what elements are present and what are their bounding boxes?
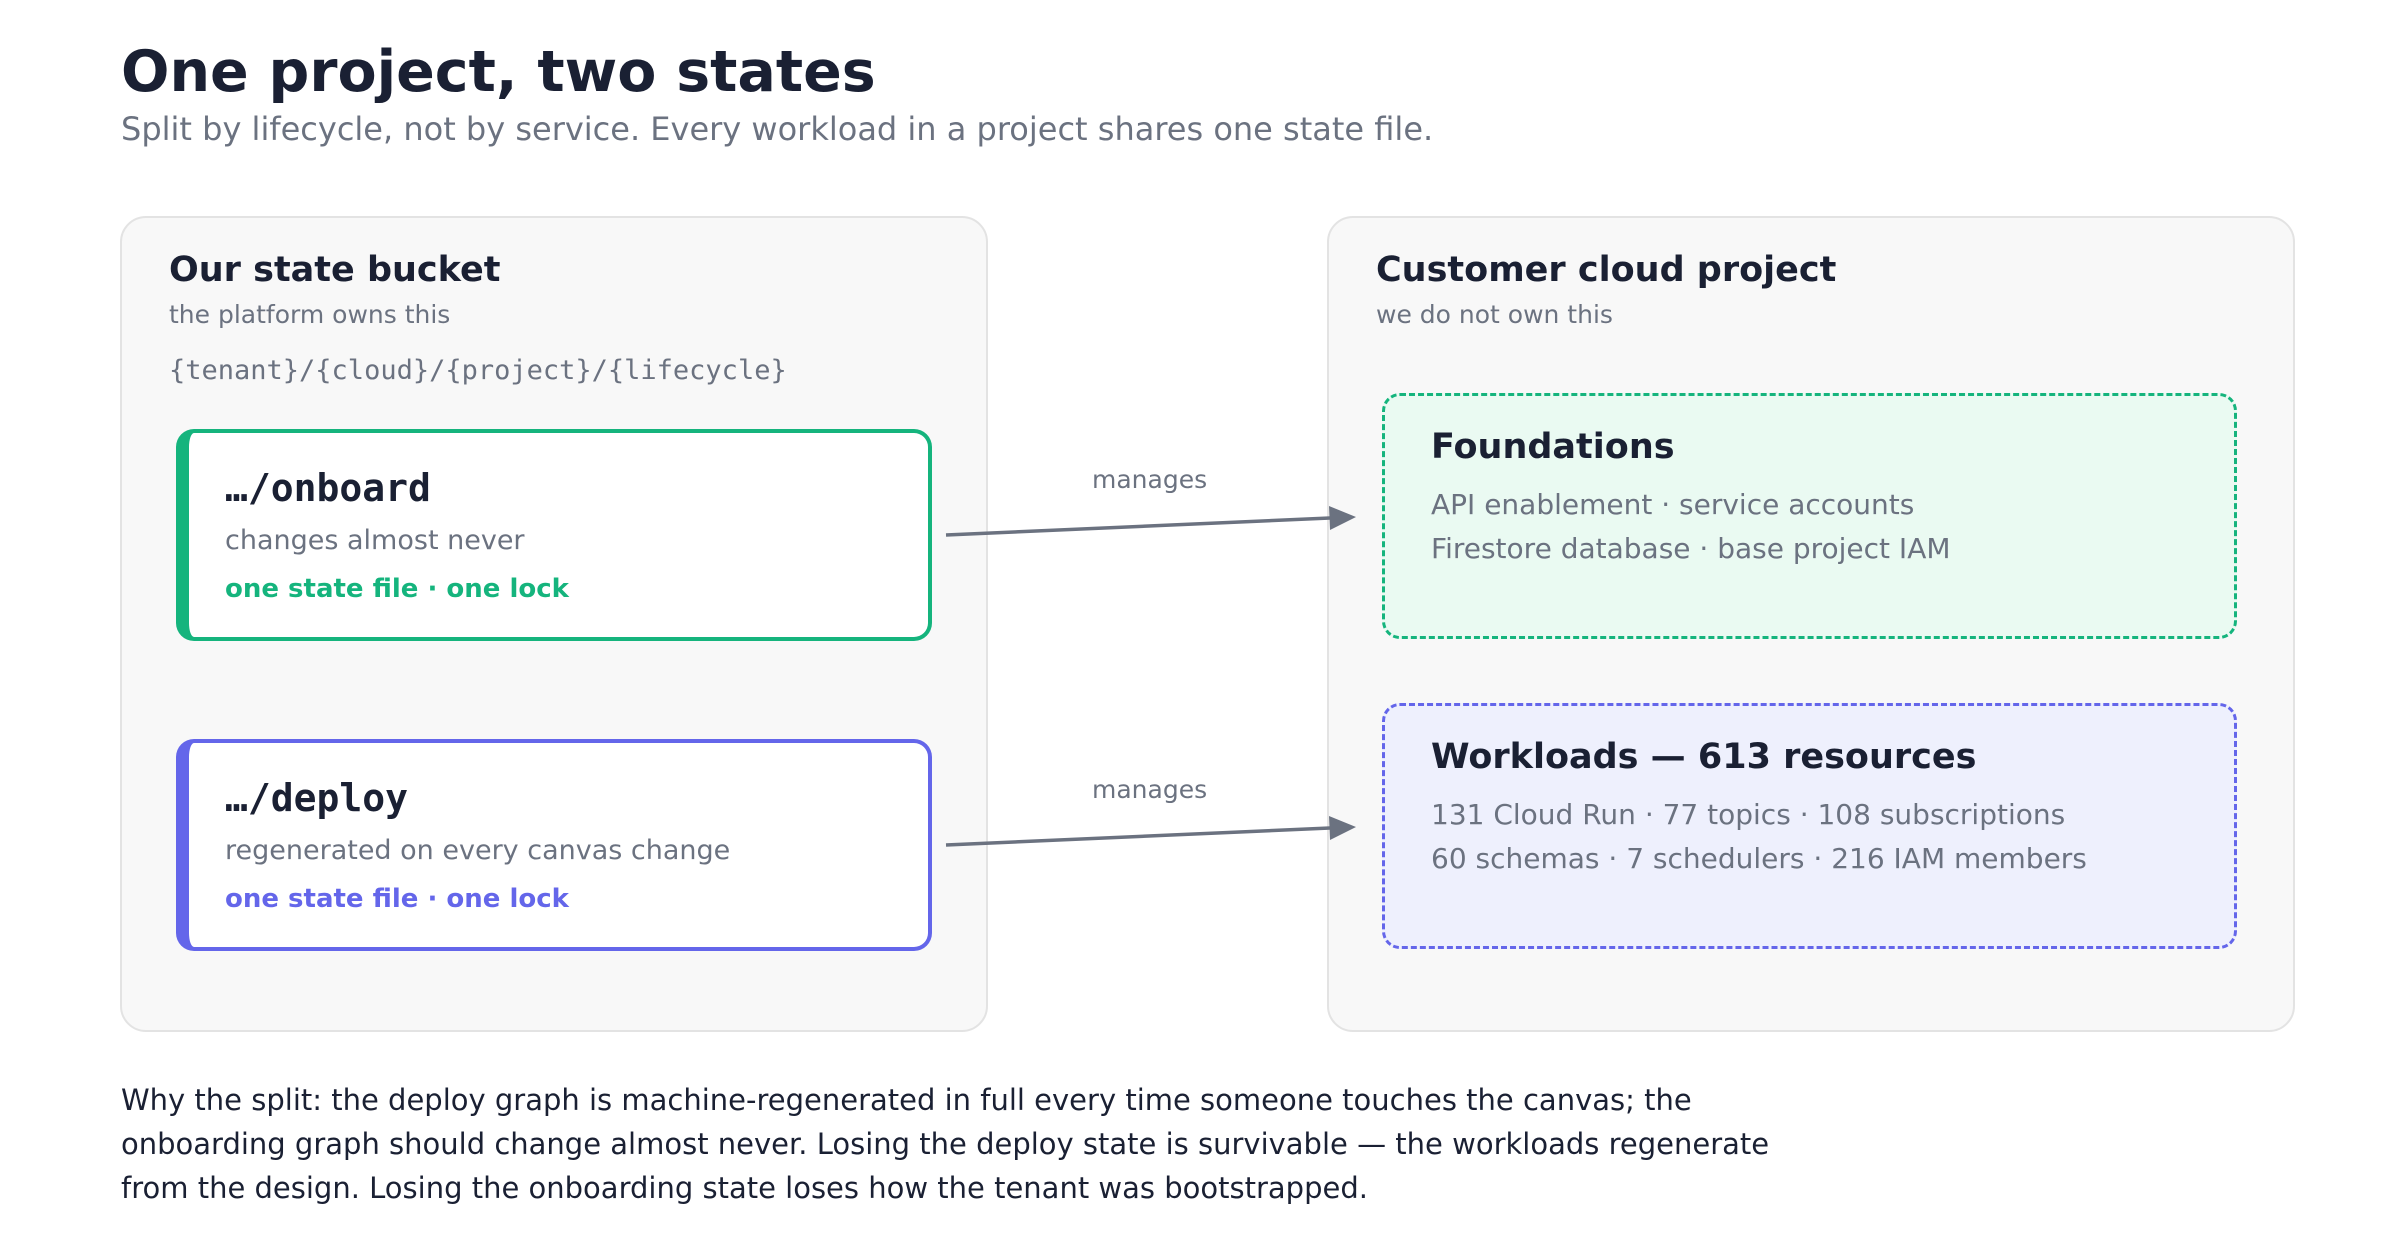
arrowhead-icon <box>1329 506 1356 530</box>
footer-line: Why the split: the deploy graph is machi… <box>121 1083 1692 1117</box>
onboard-edge-label: manages <box>1092 465 1208 494</box>
manages-arrows <box>945 506 1356 847</box>
arrowhead-icon <box>1329 816 1356 840</box>
footer-line: onboarding graph should change almost ne… <box>121 1127 1770 1161</box>
footer-explanation: Why the split: the deploy graph is machi… <box>121 1078 1821 1210</box>
deploy-manages-arrow <box>945 816 1356 847</box>
onboard-manages-arrow <box>945 506 1356 537</box>
deploy-edge-label: manages <box>1092 775 1208 804</box>
footer-line: from the design. Losing the onboarding s… <box>121 1171 1368 1205</box>
